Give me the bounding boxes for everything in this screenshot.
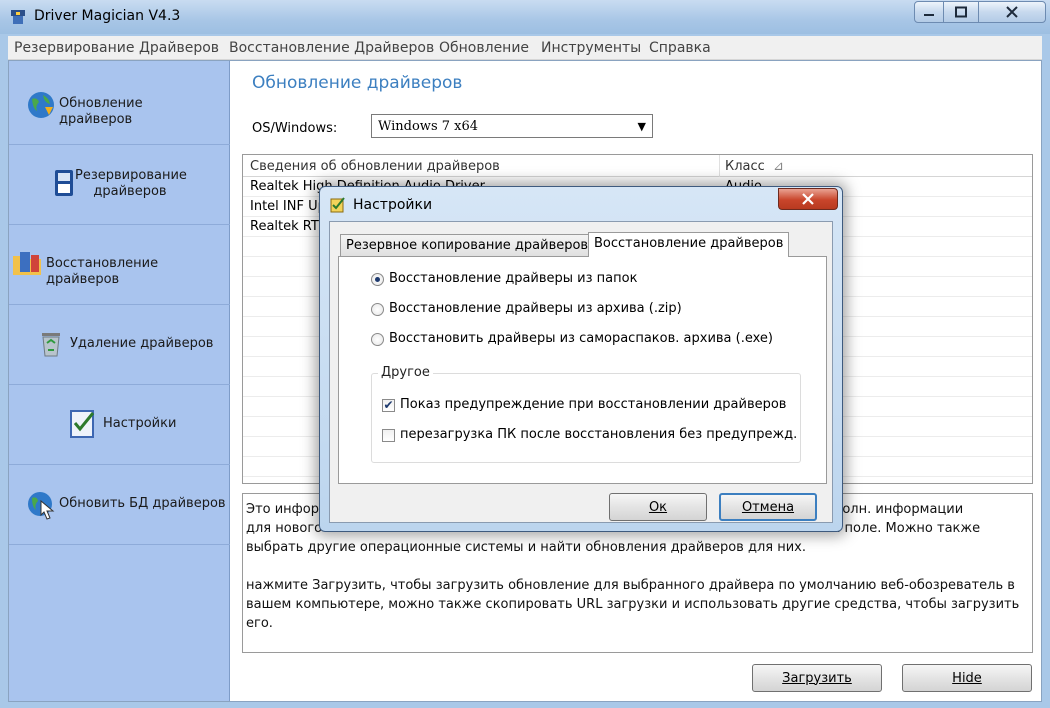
checkbox-label: Показ предупреждение при восстановлении … bbox=[400, 397, 787, 412]
option-label: Восстановление драйверы из архива (.zip) bbox=[389, 301, 682, 316]
close-button[interactable] bbox=[978, 1, 1046, 23]
sidebar-item-settings[interactable]: Настройки bbox=[9, 385, 230, 465]
globe-cursor-icon bbox=[28, 492, 55, 520]
sidebar-item-delete[interactable]: Удаление драйверов bbox=[9, 305, 230, 385]
tab-panel-restore: Восстановление драйверы из папок Восстан… bbox=[338, 256, 827, 484]
restore-folder-icon bbox=[13, 252, 41, 275]
group-legend: Другое bbox=[378, 365, 433, 380]
dialog-body: Резервное копирование драйверов Восстано… bbox=[329, 221, 833, 523]
os-select-value: Windows 7 x64 bbox=[378, 119, 479, 134]
tab-backup[interactable]: Резервное копирование драйверов bbox=[340, 234, 595, 256]
dialog-title: Настройки bbox=[353, 197, 433, 213]
sidebar-item-label: Резервирование драйверов bbox=[75, 168, 187, 199]
sidebar-item-label: Удаление драйверов bbox=[70, 336, 214, 351]
app-icon bbox=[11, 10, 25, 24]
page-title: Обновление драйверов bbox=[252, 73, 463, 93]
sidebar-item-update-db[interactable]: Обновить БД драйверов bbox=[9, 465, 230, 545]
hide-button[interactable]: Hide bbox=[902, 664, 1032, 692]
radio-restore-zip[interactable] bbox=[371, 303, 384, 316]
info-line-2: для нового bbox=[246, 521, 323, 536]
checkbox-warn-on-restore[interactable]: ✔ bbox=[382, 399, 395, 412]
title-bar: Driver Magician V4.3 bbox=[0, 0, 1050, 34]
settings-checklist-icon bbox=[70, 410, 95, 438]
sidebar-item-label: Восстановление драйверов bbox=[46, 256, 159, 287]
menu-backup[interactable]: Резервирование Драйверов bbox=[14, 40, 219, 56]
checkbox-label: перезагрузка ПК после восстановления без… bbox=[400, 427, 798, 442]
sort-indicator-icon: ⊿ bbox=[773, 159, 784, 174]
option-label: Восстановление драйверы из папок bbox=[389, 271, 638, 286]
column-header-info[interactable]: Сведения об обновлении драйверов bbox=[250, 159, 500, 174]
globe-update-icon bbox=[28, 92, 54, 118]
sidebar-item-label: Обновление драйверов bbox=[59, 96, 143, 127]
tab-restore[interactable]: Восстановление драйверов bbox=[588, 232, 790, 257]
maximize-button[interactable] bbox=[943, 1, 979, 23]
menu-update[interactable]: Обновление bbox=[439, 40, 529, 56]
sidebar-item-label: Настройки bbox=[103, 416, 177, 431]
minimize-button[interactable] bbox=[914, 1, 944, 23]
minimize-icon bbox=[924, 14, 934, 16]
column-header-class[interactable]: Класс bbox=[725, 159, 765, 174]
recycle-bin-icon bbox=[42, 333, 60, 357]
sidebar-item-update[interactable]: Обновление драйверов bbox=[9, 65, 230, 145]
maximize-icon bbox=[955, 6, 967, 18]
close-icon bbox=[1006, 6, 1018, 18]
radio-restore-folders[interactable] bbox=[371, 273, 384, 286]
menu-bar: Резервирование Драйверов Восстановление … bbox=[8, 36, 1042, 60]
other-group: Другое ✔ Показ предупреждение при восста… bbox=[371, 365, 801, 463]
settings-app-icon bbox=[330, 197, 345, 213]
checkbox-reboot-no-warn[interactable] bbox=[382, 429, 395, 442]
download-button[interactable]: Загрузить bbox=[752, 664, 882, 692]
menu-tools[interactable]: Инструменты bbox=[541, 40, 641, 56]
menu-help[interactable]: Справка bbox=[649, 40, 711, 56]
settings-dialog: Настройки Резервное копирование драйверо… bbox=[319, 186, 843, 532]
chevron-down-icon: ▼ bbox=[637, 120, 646, 133]
sidebar: Обновление драйверов Резервирование драй… bbox=[9, 61, 230, 701]
sidebar-item-restore[interactable]: Восстановление драйверов bbox=[9, 225, 230, 305]
close-icon bbox=[802, 193, 814, 205]
info-line-3: выбрать другие операционные системы и на… bbox=[246, 540, 806, 555]
radio-restore-exe[interactable] bbox=[371, 333, 384, 346]
os-select[interactable]: Windows 7 x64 ▼ bbox=[371, 114, 653, 138]
ok-button[interactable]: Ок bbox=[609, 493, 707, 521]
menu-restore[interactable]: Восстановление Драйверов bbox=[229, 40, 434, 56]
info-paragraph-2: нажмите Загрузить, чтобы загрузить обнов… bbox=[246, 578, 1020, 631]
sidebar-item-label: Обновить БД драйверов bbox=[59, 496, 226, 511]
os-label: OS/Windows: bbox=[252, 121, 338, 136]
table-cell-info: Realtek RTL bbox=[250, 219, 327, 234]
cancel-button[interactable]: Отмена bbox=[719, 493, 817, 521]
sidebar-item-backup[interactable]: Резервирование драйверов bbox=[9, 145, 230, 225]
window-title: Driver Magician V4.3 bbox=[34, 8, 181, 24]
info-line-1: Это информ bbox=[246, 502, 329, 517]
dialog-close-button[interactable] bbox=[778, 188, 838, 210]
table-header: Сведения об обновлении драйверов Класс ⊿ bbox=[243, 155, 1032, 177]
column-divider[interactable] bbox=[719, 155, 720, 177]
option-label: Восстановить драйверы из самораспаков. а… bbox=[389, 331, 773, 346]
